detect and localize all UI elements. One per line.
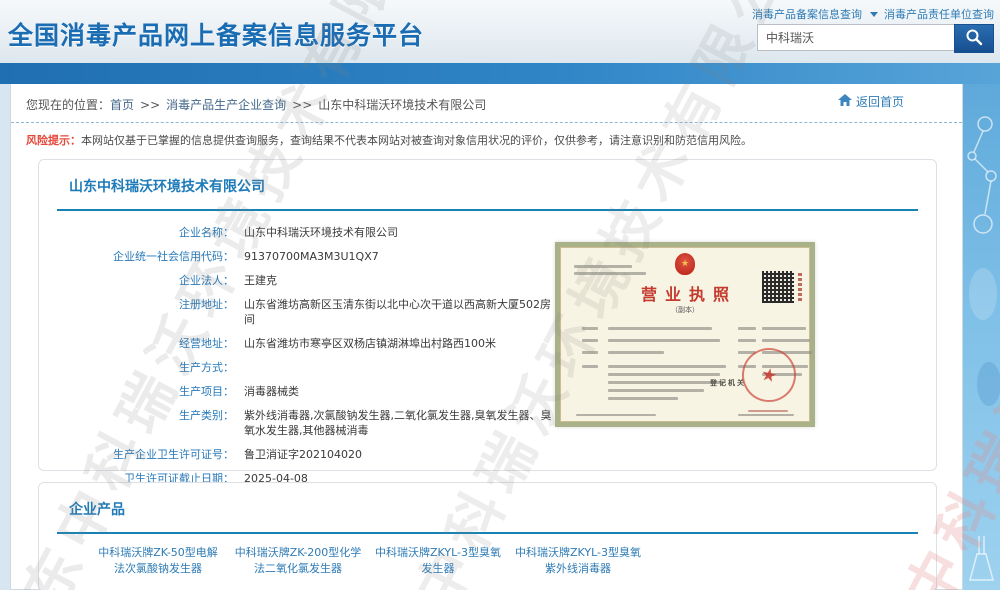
field-value: 鲁卫消证字202104020 — [244, 447, 362, 462]
product-link-zk200[interactable]: 中科瑞沃牌ZK-200型化学法二氧化氯发生器 — [234, 545, 362, 577]
national-emblem-icon: ★ — [675, 253, 695, 275]
license-registrar-label: 登记机关 — [710, 378, 746, 388]
product-list: 中科瑞沃牌ZK-50型电解法次氯酸钠发生器 中科瑞沃牌ZK-200型化学法二氧化… — [39, 534, 936, 577]
risk-notice-label: 风险提示： — [26, 134, 81, 147]
breadcrumb-current: 山东中科瑞沃环境技术有限公司 — [318, 98, 486, 112]
business-license-image[interactable]: ★ 营业执照 （副本） — [555, 242, 815, 427]
license-text-bar — [738, 339, 756, 342]
license-text-bar — [608, 389, 704, 392]
field-value: 山东省潍坊市寒亭区双杨店镇湖淋埠出村路西100米 — [244, 336, 496, 351]
breadcrumb-home-link[interactable]: 首页 — [110, 98, 134, 112]
field-label: 生产项目： — [39, 384, 234, 399]
main-content-panel: 您现在的位置：首页 >> 消毒产品生产企业查询 >> 山东中科瑞沃环境技术有限公司 返回… — [10, 84, 963, 590]
field-label: 企业名称： — [39, 225, 234, 240]
nav-record-info-query[interactable]: 消毒产品备案信息查询 — [752, 6, 862, 22]
field-label: 经营地址： — [39, 336, 234, 351]
license-text-bar — [582, 327, 598, 330]
molecule-flask-illustration — [963, 84, 1000, 590]
license-text-bar — [608, 397, 678, 400]
license-text-bar — [582, 365, 598, 368]
field-value: 消毒器械类 — [244, 384, 299, 399]
breadcrumb-prefix: 您现在的位置： — [26, 98, 110, 112]
field-label: 注册地址： — [39, 297, 234, 327]
field-label: 生产方式： — [39, 360, 234, 375]
top-nav: 消毒产品备案信息查询 消毒产品责任单位查询 — [752, 6, 994, 22]
search-input[interactable] — [757, 24, 955, 51]
license-text-bar — [608, 381, 724, 384]
qr-side-text-bars — [798, 273, 802, 301]
license-text-bar — [608, 365, 726, 368]
license-text-bar — [608, 351, 664, 354]
license-footer-bar — [576, 414, 656, 416]
license-footer-bar — [738, 414, 794, 416]
field-value: 山东省潍坊高新区玉清东街以北中心次干道以西高新大厦502房间 — [244, 297, 554, 327]
company-info-card: 山东中科瑞沃环境技术有限公司 企业名称： 山东中科瑞沃环境技术有限公司 企业统一社… — [38, 159, 937, 471]
search-button[interactable] — [954, 24, 994, 53]
license-text-bar — [608, 373, 720, 376]
field-value: 91370700MA3M3U1QX7 — [244, 249, 379, 264]
risk-notice: 风险提示：本网站仅基于已掌握的信息提供查询服务，查询结果不代表本网站对被查询对象… — [26, 132, 947, 148]
top-banner: 全国消毒产品网上备案信息服务平台 消毒产品备案信息查询 消毒产品责任单位查询 — [0, 0, 1000, 63]
field-value: 紫外线消毒器,次氯酸钠发生器,二氧化氯发生器,臭氧发生器、臭氧水发生器,其他器械… — [244, 408, 554, 438]
license-text-bar — [582, 339, 598, 342]
chevron-down-icon[interactable] — [870, 12, 878, 17]
field-label: 生产企业卫生许可证号： — [39, 447, 234, 462]
field-label: 企业统一社会信用代码： — [39, 249, 234, 264]
back-home-label: 返回首页 — [856, 93, 904, 110]
product-link-zkyl3-uv[interactable]: 中科瑞沃牌ZKYL-3型臭氧紫外线消毒器 — [514, 545, 642, 577]
license-text-bar — [582, 351, 598, 354]
company-title: 山东中科瑞沃环境技术有限公司 — [39, 160, 936, 196]
breadcrumb: 您现在的位置：首页 >> 消毒产品生产企业查询 >> 山东中科瑞沃环境技术有限公司 返回… — [11, 84, 962, 123]
field-row-hygiene-license-no: 生产企业卫生许可证号： 鲁卫消证字202104020 — [39, 447, 936, 462]
breadcrumb-category-link[interactable]: 消毒产品生产企业查询 — [166, 98, 286, 112]
chemistry-deco-strip — [963, 84, 1000, 590]
title-divider — [57, 209, 918, 211]
qr-code — [762, 271, 794, 303]
product-link-zkyl3-ozone[interactable]: 中科瑞沃牌ZKYL-3型臭氧发生器 — [374, 545, 502, 577]
back-home-link[interactable]: 返回首页 — [837, 93, 904, 110]
breadcrumb-separator: >> — [292, 98, 312, 112]
field-label: 企业法人： — [39, 273, 234, 288]
license-date-bar — [748, 410, 788, 412]
license-text-bar — [762, 339, 810, 342]
license-text-bar — [608, 339, 720, 342]
search-icon — [965, 28, 983, 49]
breadcrumb-separator: >> — [140, 98, 160, 112]
license-text-bar — [574, 265, 632, 268]
license-text-bar — [608, 327, 712, 330]
site-title: 全国消毒产品网上备案信息服务平台 — [8, 16, 424, 52]
product-link-zk50[interactable]: 中科瑞沃牌ZK-50型电解法次氯酸钠发生器 — [94, 545, 222, 577]
field-value: 山东中科瑞沃环境技术有限公司 — [244, 225, 398, 240]
search-bar — [757, 24, 994, 53]
license-text-bar — [738, 327, 756, 330]
products-title: 企业产品 — [39, 483, 936, 519]
header-divider-bar — [0, 63, 1000, 84]
license-text-bar — [574, 272, 646, 275]
nav-responsible-unit-query[interactable]: 消毒产品责任单位查询 — [884, 6, 994, 22]
risk-notice-text: 本网站仅基于已掌握的信息提供查询服务，查询结果不代表本网站对被查询对象信用状况的… — [81, 134, 752, 147]
field-row-company-name: 企业名称： 山东中科瑞沃环境技术有限公司 — [39, 225, 936, 240]
field-value: 王建克 — [244, 273, 277, 288]
home-icon — [837, 93, 853, 110]
company-products-card: 企业产品 中科瑞沃牌ZK-50型电解法次氯酸钠发生器 中科瑞沃牌ZK-200型化… — [38, 482, 937, 590]
license-subtitle: （副本） — [560, 305, 810, 315]
license-text-bar — [762, 327, 806, 330]
field-label: 生产类别： — [39, 408, 234, 438]
